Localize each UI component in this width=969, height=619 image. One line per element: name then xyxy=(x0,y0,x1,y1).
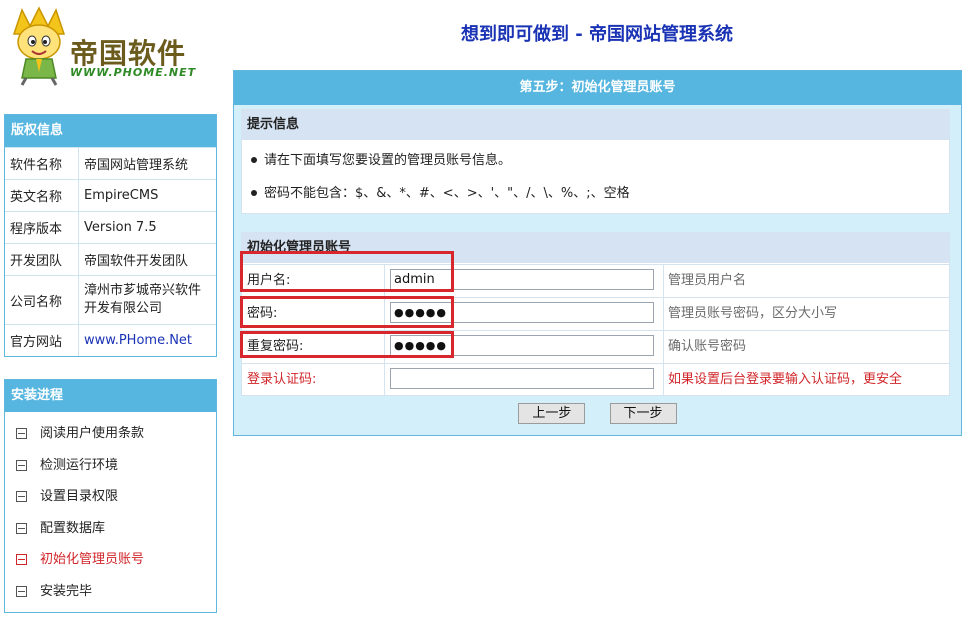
install-step-list: 阅读用户使用条款 检测运行环境 设置目录权限 配置数据库 初始化管理员账号 安装… xyxy=(5,412,216,607)
install-step: 阅读用户使用条款 xyxy=(16,418,216,450)
tips-title: 提示信息 xyxy=(242,110,949,140)
logo-url-text: WWW.PHOME.NET xyxy=(70,66,197,79)
password-hint: 管理员账号密码，区分大小写 xyxy=(668,306,838,321)
tips-box: 提示信息 请在下面填写您要设置的管理员账号信息。 密码不能包含：$、&、*、#、… xyxy=(241,109,950,214)
install-step: 检测运行环境 xyxy=(16,450,216,482)
page-title: 想到即可做到 - 帝国网站管理系统 xyxy=(460,24,733,45)
copyright-panel: 版权信息 软件名称 帝国网站管理系统 英文名称 EmpireCMS 程序版本 V… xyxy=(4,114,217,357)
copyright-key: 开发团队 xyxy=(5,243,79,276)
highlight-box-repeat-password xyxy=(240,331,454,358)
copyright-value: EmpireCMS xyxy=(78,179,216,212)
copyright-key: 英文名称 xyxy=(5,179,79,212)
install-step-label: 检测运行环境 xyxy=(40,457,119,473)
copyright-value: 帝国软件开发团队 xyxy=(78,243,216,276)
copyright-key: 软件名称 xyxy=(5,147,79,180)
table-row: 开发团队 帝国软件开发团队 xyxy=(5,243,216,276)
prev-step-button[interactable]: 上一步 xyxy=(518,403,586,424)
copyright-value: 漳州市芗城帝兴软件开发有限公司 xyxy=(78,275,216,325)
install-step: 配置数据库 xyxy=(16,513,216,545)
copyright-key: 官方网站 xyxy=(5,324,79,356)
auth-code-input[interactable] xyxy=(390,368,654,389)
minus-box-icon xyxy=(16,491,27,503)
auth-code-hint: 如果设置后台登录要输入认证码，更安全 xyxy=(668,372,903,387)
official-site-link[interactable]: www.PHome.Net xyxy=(78,324,216,356)
mascot-icon xyxy=(12,6,66,86)
logo: 帝国软件 WWW.PHOME.NET xyxy=(8,6,213,88)
copyright-panel-title: 版权信息 xyxy=(5,115,216,147)
install-step-label: 初始化管理员账号 xyxy=(40,552,145,568)
highlight-box-username xyxy=(240,251,454,292)
table-row: 程序版本 Version 7.5 xyxy=(5,211,216,244)
minus-box-icon xyxy=(16,428,27,440)
install-step: 设置目录权限 xyxy=(16,481,216,513)
install-step-label: 配置数据库 xyxy=(40,520,106,536)
copyright-value: 帝国网站管理系统 xyxy=(78,147,216,180)
install-step: 安装完毕 xyxy=(16,576,216,608)
auth-code-label: 登录认证码: xyxy=(247,372,317,387)
button-bar: 上一步 下一步 xyxy=(234,403,961,424)
repeat-password-hint: 确认账号密码 xyxy=(668,339,747,354)
minus-box-icon xyxy=(16,459,27,471)
step-title: 第五步：初始化管理员账号 xyxy=(234,71,961,105)
copyright-table: 软件名称 帝国网站管理系统 英文名称 EmpireCMS 程序版本 Versio… xyxy=(5,147,216,356)
copyright-key: 程序版本 xyxy=(5,211,79,244)
install-progress-panel: 安装进程 阅读用户使用条款 检测运行环境 设置目录权限 配置数据库 初始化管理员… xyxy=(4,379,217,613)
minus-box-icon xyxy=(16,585,27,597)
bullet-icon xyxy=(251,156,257,163)
install-step-label: 设置目录权限 xyxy=(40,489,119,505)
username-hint: 管理员用户名 xyxy=(668,273,747,288)
copyright-value: Version 7.5 xyxy=(78,211,216,244)
minus-box-icon xyxy=(16,554,27,566)
install-step-label: 阅读用户使用条款 xyxy=(40,426,145,442)
install-progress-title: 安装进程 xyxy=(5,380,216,412)
highlight-box-password xyxy=(240,296,454,328)
tip-item: 密码不能包含：$、&、*、#、<、>、'、"、/、\、%、;、空格 xyxy=(251,177,949,210)
bullet-icon xyxy=(251,189,257,196)
minus-box-icon xyxy=(16,522,27,534)
copyright-key: 公司名称 xyxy=(5,275,79,325)
next-step-button[interactable]: 下一步 xyxy=(609,403,677,424)
install-step-current: 初始化管理员账号 xyxy=(16,544,216,576)
table-row: 官方网站 www.PHome.Net xyxy=(5,324,216,356)
install-step-label: 安装完毕 xyxy=(40,583,93,599)
tip-item: 请在下面填写您要设置的管理员账号信息。 xyxy=(251,144,949,177)
auth-code-row: 登录认证码: 如果设置后台登录要输入认证码，更安全 xyxy=(242,363,949,396)
tip-text: 请在下面填写您要设置的管理员账号信息。 xyxy=(264,153,512,168)
table-row: 公司名称 漳州市芗城帝兴软件开发有限公司 xyxy=(5,275,216,325)
table-row: 英文名称 EmpireCMS xyxy=(5,179,216,212)
tip-text: 密码不能包含：$、&、*、#、<、>、'、"、/、\、%、;、空格 xyxy=(264,186,630,201)
table-row: 软件名称 帝国网站管理系统 xyxy=(5,147,216,180)
tips-list: 请在下面填写您要设置的管理员账号信息。 密码不能包含：$、&、*、#、<、>、'… xyxy=(242,140,949,210)
